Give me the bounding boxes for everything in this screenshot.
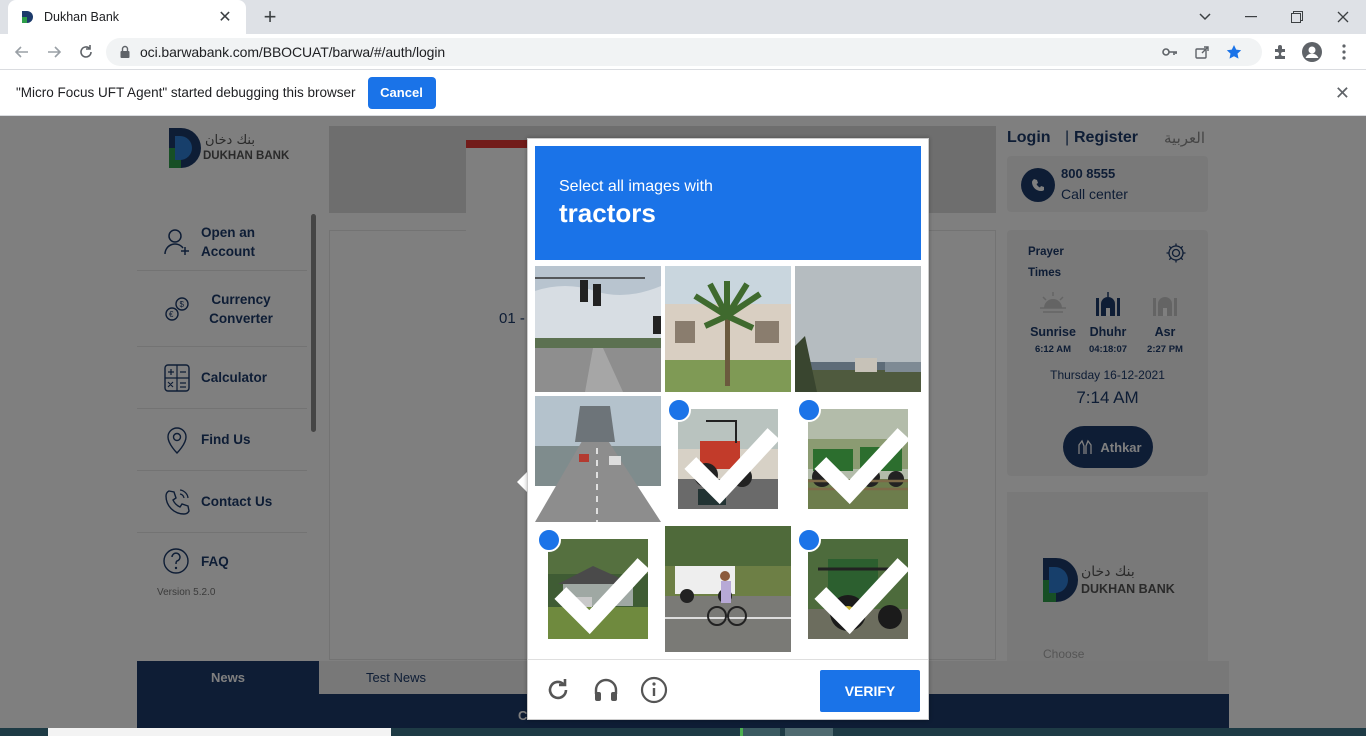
restore-icon[interactable] [1274, 0, 1320, 34]
cyclist-truck-image [665, 526, 791, 652]
extensions-puzzle-icon[interactable] [1267, 40, 1293, 64]
captcha-image-grid [535, 266, 923, 654]
bookmark-star-icon[interactable] [1218, 40, 1250, 64]
address-bar[interactable]: oci.barwabank.com/BBOCUAT/barwa/#/auth/l… [106, 38, 1262, 66]
coastal-street-image [795, 266, 921, 392]
selected-check-icon [797, 528, 910, 635]
profile-avatar-icon[interactable] [1299, 40, 1325, 64]
dukhan-favicon-icon [22, 11, 33, 23]
os-taskbar [0, 728, 1366, 736]
captcha-pointer-arrow [517, 472, 527, 492]
selected-check-icon [667, 398, 780, 505]
browser-tab-strip: Dukhan Bank ✕ + [0, 0, 1366, 34]
debugging-infobar: "Micro Focus UFT Agent" started debuggin… [0, 70, 1366, 116]
recaptcha-challenge: Select all images with tractors VERIFY [527, 138, 929, 720]
captcha-tile-selected[interactable] [535, 526, 661, 652]
new-tab-plus-icon[interactable]: + [258, 4, 282, 30]
captcha-tile[interactable] [665, 266, 791, 392]
taskbar-app-button[interactable] [785, 728, 833, 736]
captcha-instructions: Select all images with tractors [535, 146, 921, 260]
back-arrow-icon[interactable] [8, 38, 36, 66]
reload-icon[interactable] [72, 38, 100, 66]
key-icon[interactable] [1154, 40, 1186, 64]
captcha-instruction-text: Select all images with [559, 178, 713, 195]
info-icon[interactable] [640, 676, 668, 704]
taskbar-search-box[interactable] [48, 728, 391, 736]
audio-challenge-headphones-icon[interactable] [592, 676, 620, 704]
captcha-tile[interactable] [665, 526, 791, 652]
traffic-light-image [535, 266, 661, 392]
infobar-message: "Micro Focus UFT Agent" started debuggin… [16, 85, 356, 100]
url-text[interactable]: oci.barwabank.com/BBOCUAT/barwa/#/auth/l… [140, 44, 1154, 60]
captcha-tile[interactable] [535, 396, 661, 522]
bridge-road-image [535, 396, 661, 522]
more-menu-icon[interactable] [1331, 40, 1357, 64]
tab-search-chevron-icon[interactable] [1182, 0, 1228, 34]
forward-arrow-icon[interactable] [40, 38, 68, 66]
palm-tree-house-image [665, 266, 791, 392]
captcha-target-word: tractors [559, 198, 656, 228]
browser-toolbar: oci.barwabank.com/BBOCUAT/barwa/#/auth/l… [0, 34, 1366, 70]
share-icon[interactable] [1186, 40, 1218, 64]
tab-title: Dukhan Bank [44, 10, 120, 24]
captcha-tile-selected[interactable] [795, 396, 921, 522]
captcha-footer: VERIFY [528, 659, 928, 719]
selected-check-icon [797, 398, 910, 505]
taskbar-app-button[interactable] [740, 728, 780, 736]
captcha-tile[interactable] [535, 266, 661, 392]
captcha-tile-selected[interactable] [665, 396, 791, 522]
infobar-close-icon[interactable]: ✕ [1335, 83, 1350, 104]
close-icon[interactable]: ✕ [216, 7, 234, 27]
minimize-icon[interactable] [1228, 0, 1274, 34]
captcha-tile[interactable] [795, 266, 921, 392]
lock-icon[interactable] [118, 45, 132, 59]
selected-check-icon [537, 528, 650, 635]
cancel-debugging-button[interactable]: Cancel [367, 76, 436, 109]
captcha-tile-selected[interactable] [795, 526, 921, 652]
verify-button[interactable]: VERIFY [820, 670, 920, 712]
browser-tab[interactable]: Dukhan Bank ✕ [8, 0, 246, 34]
reload-challenge-icon[interactable] [544, 676, 572, 704]
window-close-icon[interactable] [1320, 0, 1366, 34]
